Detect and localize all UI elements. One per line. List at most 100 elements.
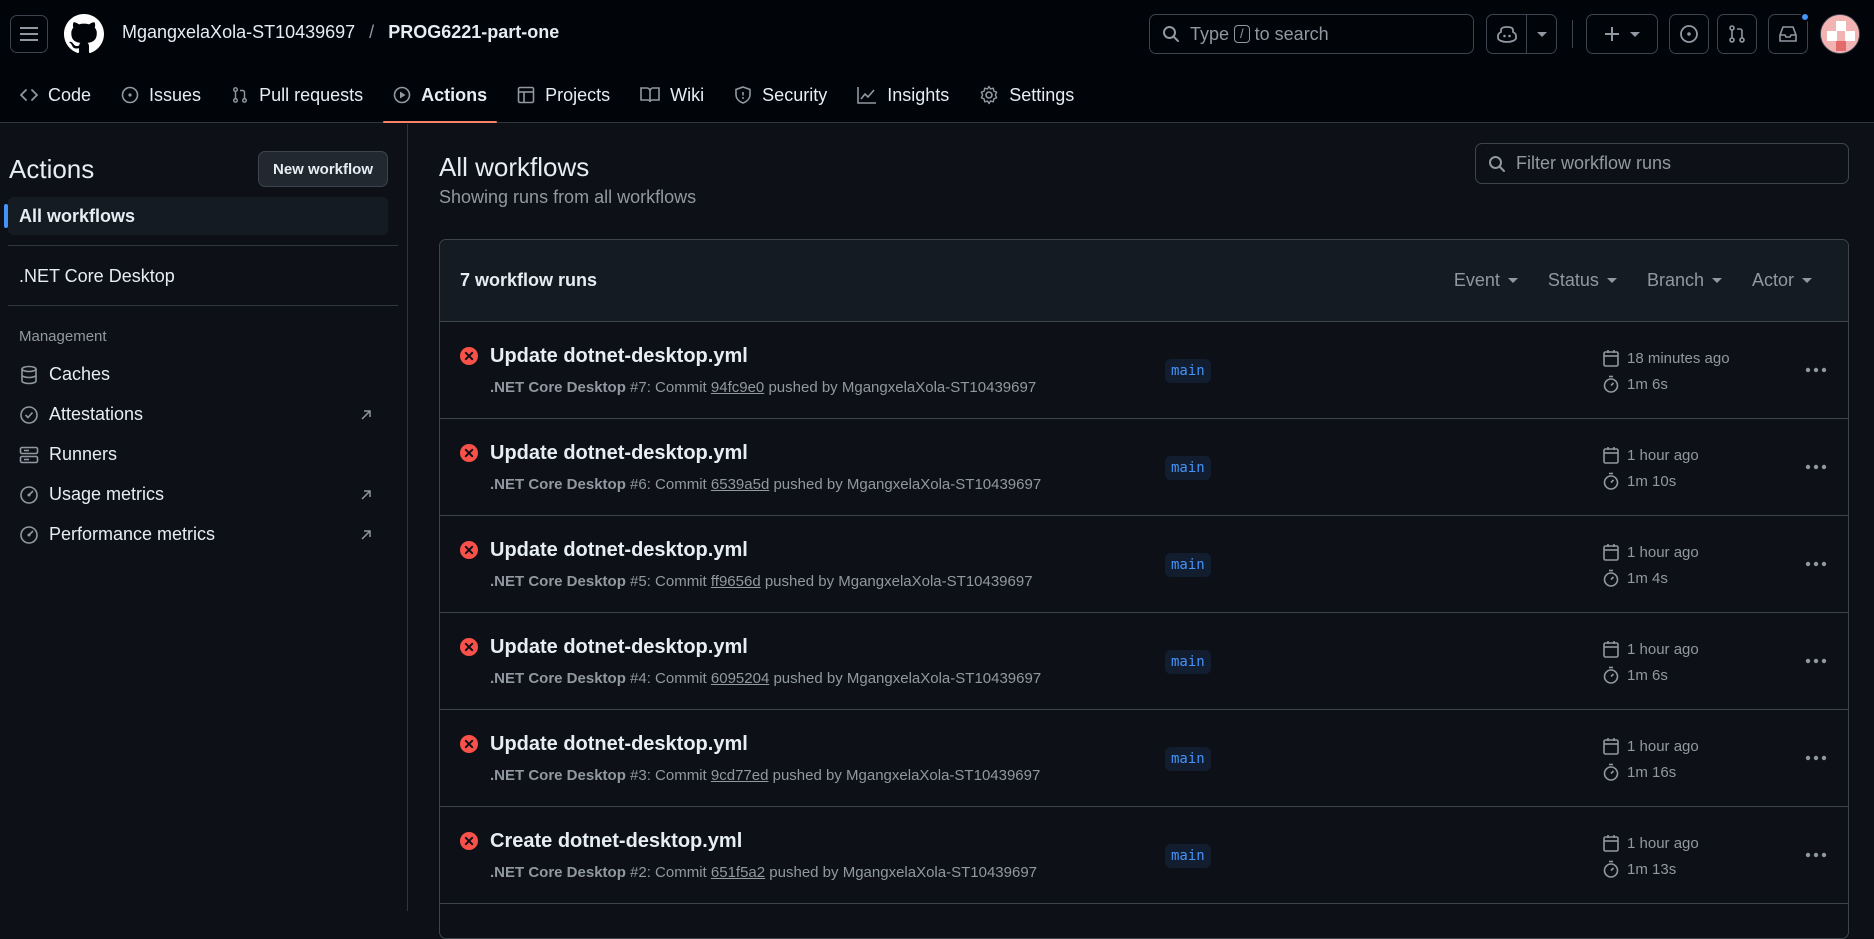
run-duration-value: 1m 16s [1627, 763, 1677, 781]
repo-name-link[interactable]: PROG6221-part-one [388, 22, 559, 43]
run-title-link[interactable]: Update dotnet-desktop.yml [490, 539, 748, 562]
tab-label: Security [762, 84, 828, 105]
sidebar-item-label: Caches [49, 364, 111, 384]
run-duration: 1m 16s [1603, 763, 1676, 781]
run-pushed-label: pushed by [764, 573, 835, 590]
commit-sha-link[interactable]: ff9656d [711, 573, 761, 590]
table-icon [517, 86, 535, 104]
calendar-icon [1603, 446, 1619, 464]
branch-badge[interactable]: main [1165, 553, 1211, 577]
run-author: MgangxelaXola-ST10439697 [846, 670, 1042, 687]
run-options-button[interactable] [1802, 746, 1830, 770]
filter-workflow-runs-input[interactable]: Filter workflow runs [1475, 143, 1849, 184]
issue-icon [121, 86, 139, 104]
avatar[interactable] [1820, 14, 1860, 54]
new-workflow-button[interactable]: New workflow [258, 151, 388, 187]
branch-badge[interactable]: main [1165, 359, 1211, 383]
branch-badge[interactable]: main [1165, 650, 1211, 674]
sidebar-item-runners[interactable]: Runners [19, 444, 117, 465]
tab-security[interactable]: Security [724, 70, 837, 120]
branch-badge[interactable]: main [1165, 747, 1211, 771]
run-number: #3 [630, 767, 647, 784]
tab-insights[interactable]: Insights [847, 70, 959, 120]
run-commit-label: : Commit [646, 767, 707, 784]
database-icon [19, 365, 39, 385]
meter-icon [19, 485, 39, 505]
sidebar-item-attestations[interactable]: Attestations [19, 404, 143, 425]
run-duration: 1m 4s [1603, 569, 1668, 587]
event-filter-dropdown[interactable]: Event [1454, 270, 1518, 291]
run-options-button[interactable] [1802, 358, 1830, 382]
header-row: MgangxelaXola-ST10439697 / PROG6221-part… [0, 0, 1874, 68]
branch-badge[interactable]: main [1165, 844, 1211, 868]
commit-sha-link[interactable]: 94fc9e0 [711, 379, 764, 396]
run-duration: 1m 6s [1603, 666, 1668, 684]
run-options-button[interactable] [1802, 552, 1830, 576]
run-title-link[interactable]: Update dotnet-desktop.yml [490, 636, 748, 659]
run-workflow-name: .NET Core Desktop [490, 670, 626, 687]
tab-projects[interactable]: Projects [507, 70, 620, 120]
sidebar-item-caches[interactable]: Caches [19, 364, 110, 385]
kebab-horizontal-icon [1805, 755, 1827, 761]
branch-filter-dropdown[interactable]: Branch [1647, 270, 1722, 291]
run-title-link[interactable]: Update dotnet-desktop.yml [490, 345, 748, 368]
pull-requests-button[interactable] [1717, 14, 1757, 54]
sidebar-item-label: Usage metrics [49, 484, 165, 504]
tab-label: Code [48, 84, 92, 105]
sidebar-item-performance-metrics[interactable]: Performance metrics [19, 524, 215, 545]
run-workflow-name: .NET Core Desktop [490, 476, 626, 493]
tab-actions[interactable]: Actions [383, 70, 498, 123]
table-row[interactable]: Create dotnet-desktop.yml .NET Core Desk… [440, 807, 1848, 904]
repo-owner-link[interactable]: MgangxelaXola-ST10439697 [122, 22, 355, 43]
sidebar-item-workflow[interactable]: .NET Core Desktop [19, 266, 175, 287]
failure-x-icon [460, 638, 478, 656]
runs-rows: Update dotnet-desktop.yml .NET Core Desk… [440, 322, 1848, 904]
run-duration: 1m 6s [1603, 375, 1668, 393]
run-options-button[interactable] [1802, 455, 1830, 479]
commit-sha-link[interactable]: 651f5a2 [711, 864, 765, 881]
copilot-button[interactable] [1487, 15, 1526, 53]
table-row[interactable]: Update dotnet-desktop.yml .NET Core Desk… [440, 322, 1848, 419]
commit-sha-link[interactable]: 6539a5d [711, 476, 769, 493]
run-pushed-label: pushed by [769, 864, 839, 881]
run-options-button[interactable] [1802, 843, 1830, 867]
calendar-icon [1603, 349, 1619, 367]
run-title-link[interactable]: Create dotnet-desktop.yml [490, 830, 742, 853]
book-icon [640, 86, 660, 104]
sidebar-item-all-workflows[interactable]: All workflows [4, 197, 388, 235]
tab-pull-requests[interactable]: Pull requests [221, 70, 373, 120]
commit-sha-link[interactable]: 6095204 [711, 670, 769, 687]
table-row[interactable]: Update dotnet-desktop.yml .NET Core Desk… [440, 613, 1848, 710]
actor-filter-dropdown[interactable]: Actor [1752, 270, 1812, 291]
copilot-dropdown-button[interactable] [1526, 15, 1556, 53]
copilot-icon [1496, 25, 1517, 43]
table-row[interactable]: Update dotnet-desktop.yml .NET Core Desk… [440, 516, 1848, 613]
breadcrumb-separator: / [369, 22, 375, 42]
github-logo-icon[interactable] [64, 14, 104, 54]
sidebar-item-usage-metrics[interactable]: Usage metrics [19, 484, 164, 505]
stopwatch-icon [1603, 375, 1619, 393]
search-icon [1488, 155, 1506, 173]
kebab-horizontal-icon [1805, 658, 1827, 664]
branch-badge[interactable]: main [1165, 456, 1211, 480]
tab-code[interactable]: Code [10, 70, 101, 120]
tab-wiki[interactable]: Wiki [630, 70, 714, 120]
filter-label: Event [1453, 270, 1500, 290]
run-title-link[interactable]: Update dotnet-desktop.yml [490, 733, 748, 756]
menu-button[interactable] [10, 15, 48, 53]
run-workflow-name: .NET Core Desktop [490, 767, 626, 784]
global-search-input[interactable]: Type / to search [1149, 14, 1474, 54]
issues-button[interactable] [1669, 14, 1709, 54]
status-filter-dropdown[interactable]: Status [1548, 270, 1617, 291]
create-new-button[interactable] [1586, 14, 1658, 54]
commit-sha-link[interactable]: 9cd77ed [711, 767, 769, 784]
run-options-button[interactable] [1802, 649, 1830, 673]
tab-settings[interactable]: Settings [969, 70, 1084, 120]
table-row[interactable]: Update dotnet-desktop.yml .NET Core Desk… [440, 419, 1848, 516]
run-title-link[interactable]: Update dotnet-desktop.yml [490, 442, 748, 465]
external-link-icon [360, 529, 372, 541]
sidebar-item-label: Performance metrics [49, 524, 216, 544]
failure-x-icon [460, 347, 478, 365]
table-row[interactable]: Update dotnet-desktop.yml .NET Core Desk… [440, 710, 1848, 807]
tab-issues[interactable]: Issues [111, 70, 211, 120]
